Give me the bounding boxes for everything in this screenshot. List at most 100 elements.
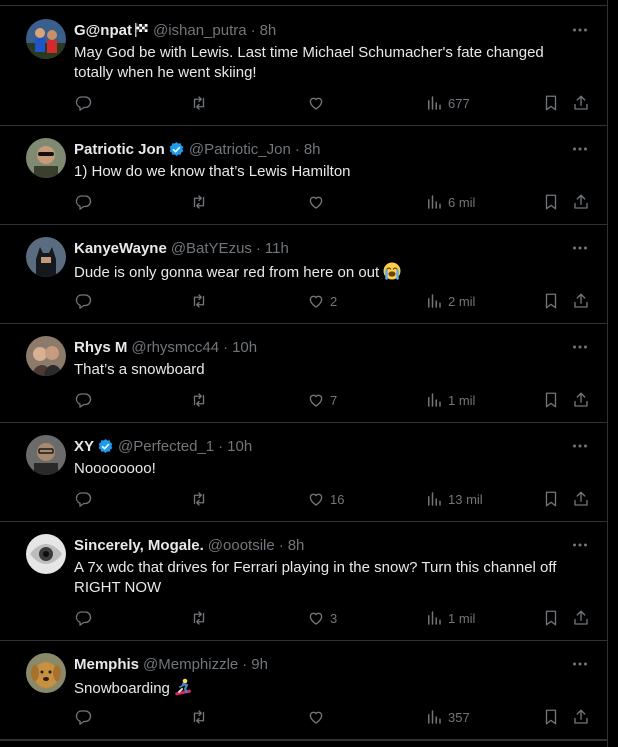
timestamp[interactable]: 9h [251, 656, 268, 673]
like-button[interactable]: 7 [307, 390, 337, 410]
more-icon[interactable] [570, 238, 590, 258]
display-name[interactable]: G@npat [74, 22, 132, 39]
display-name[interactable]: XY [74, 438, 94, 455]
reply-button[interactable] [74, 390, 92, 410]
handle[interactable]: @BatYEzus [171, 240, 252, 257]
avatar[interactable] [26, 138, 66, 178]
like-button[interactable]: 3 [307, 608, 337, 628]
share-icon [574, 491, 588, 506]
reply-button[interactable] [74, 192, 92, 212]
share-button[interactable] [572, 291, 590, 311]
retweet-button[interactable] [190, 93, 208, 113]
like-button[interactable]: 2 [307, 291, 337, 311]
display-name[interactable]: Sincerely, Mogale. [74, 537, 204, 554]
tweet[interactable]: Patriotic Jon @Patriotic_Jon · 8h 1) How… [0, 126, 608, 225]
tweet[interactable]: XY @Perfected_1 · 10h Noooooooo! 16 13 m… [0, 423, 608, 522]
views-button[interactable]: 1 mil [425, 390, 475, 410]
bookmark-button[interactable] [542, 390, 560, 410]
views-button[interactable]: 1 mil [425, 608, 475, 628]
reply-button[interactable] [74, 707, 92, 727]
more-icon[interactable] [570, 20, 590, 40]
timestamp[interactable]: 10h [227, 438, 252, 455]
share-button[interactable] [572, 192, 590, 212]
handle[interactable]: @ishan_putra [153, 22, 247, 39]
share-icon [574, 194, 588, 209]
like-button[interactable]: 16 [307, 489, 344, 509]
tweet-text: 1) How do we know that’s Lewis Hamilton [74, 163, 351, 180]
separator-dot: · [294, 140, 300, 158]
share-button[interactable] [572, 608, 590, 628]
share-button[interactable] [572, 489, 590, 509]
retweet-button[interactable] [190, 707, 208, 727]
tweet[interactable]: Memphis @Memphizzle · 9h Snowboarding 35… [0, 641, 608, 740]
like-button[interactable] [307, 192, 330, 212]
like-button[interactable] [307, 93, 330, 113]
reply-icon [75, 492, 92, 507]
views-count: 1 mil [448, 610, 476, 626]
bookmark-icon [545, 194, 557, 210]
avatar[interactable] [26, 19, 66, 59]
handle[interactable]: @rhysmcc44 [131, 339, 219, 356]
timestamp[interactable]: 8h [304, 141, 321, 158]
bookmark-button[interactable] [542, 489, 560, 509]
tweet-header: Rhys M @rhysmcc44 · 10h [74, 337, 568, 357]
views-button[interactable]: 13 mil [425, 489, 483, 509]
avatar[interactable] [26, 534, 66, 574]
tweet[interactable]: KanyeWayne @BatYEzus · 11h Dude is only … [0, 225, 608, 324]
views-button[interactable]: 6 mil [425, 192, 475, 212]
display-name[interactable]: Memphis [74, 656, 139, 673]
avatar[interactable] [26, 237, 66, 277]
bookmark-button[interactable] [542, 608, 560, 628]
display-name[interactable]: Rhys M [74, 339, 127, 356]
more-icon[interactable] [570, 139, 590, 159]
retweet-button[interactable] [190, 192, 208, 212]
tweet[interactable]: Rhys M @rhysmcc44 · 10h That’s a snowboa… [0, 324, 608, 423]
more-icon[interactable] [570, 337, 590, 357]
views-button[interactable]: 2 mil [425, 291, 475, 311]
tweet[interactable]: G@npat @ishan_putra · 8h May God be with… [0, 7, 608, 126]
views-button[interactable]: 357 [425, 707, 470, 727]
share-button[interactable] [572, 93, 590, 113]
avatar[interactable] [26, 653, 66, 693]
reply-icon [75, 611, 92, 626]
tweet[interactable]: Sincerely, Mogale. @oootsile · 8h A 7x w… [0, 522, 608, 641]
reply-icon [75, 195, 92, 210]
avatar[interactable] [26, 435, 66, 475]
like-button[interactable] [307, 707, 330, 727]
display-name[interactable]: Patriotic Jon [74, 141, 165, 158]
handle[interactable]: @Patriotic_Jon [189, 141, 291, 158]
reply-button[interactable] [74, 608, 92, 628]
retweet-button[interactable] [190, 390, 208, 410]
avatar[interactable] [26, 336, 66, 376]
bookmark-button[interactable] [542, 707, 560, 727]
tweet-header: XY @Perfected_1 · 10h [74, 436, 568, 456]
more-icon[interactable] [570, 654, 590, 674]
bookmark-button[interactable] [542, 291, 560, 311]
views-count: 1 mil [448, 392, 476, 408]
timestamp[interactable]: 8h [288, 537, 305, 554]
bookmark-button[interactable] [542, 192, 560, 212]
reply-button[interactable] [74, 93, 92, 113]
more-icon[interactable] [570, 535, 590, 555]
handle[interactable]: @oootsile [208, 537, 275, 554]
bookmark-button[interactable] [542, 93, 560, 113]
share-button[interactable] [572, 390, 590, 410]
more-icon[interactable] [570, 436, 590, 456]
separator-dot: · [255, 239, 261, 257]
handle[interactable]: @Memphizzle [143, 656, 238, 673]
retweet-button[interactable] [190, 291, 208, 311]
retweet-button[interactable] [190, 608, 208, 628]
handle[interactable]: @Perfected_1 [118, 438, 214, 455]
views-button[interactable]: 677 [425, 93, 470, 113]
retweet-button[interactable] [190, 489, 208, 509]
like-icon [309, 493, 323, 506]
display-name[interactable]: KanyeWayne [74, 240, 167, 257]
bookmark-icon [545, 293, 557, 309]
share-button[interactable] [572, 707, 590, 727]
timestamp[interactable]: 10h [232, 339, 257, 356]
reply-button[interactable] [74, 489, 92, 509]
timestamp[interactable]: 8h [260, 22, 277, 39]
reply-button[interactable] [74, 291, 92, 311]
timestamp[interactable]: 11h [265, 240, 289, 257]
checkered-flag-icon [133, 22, 149, 38]
